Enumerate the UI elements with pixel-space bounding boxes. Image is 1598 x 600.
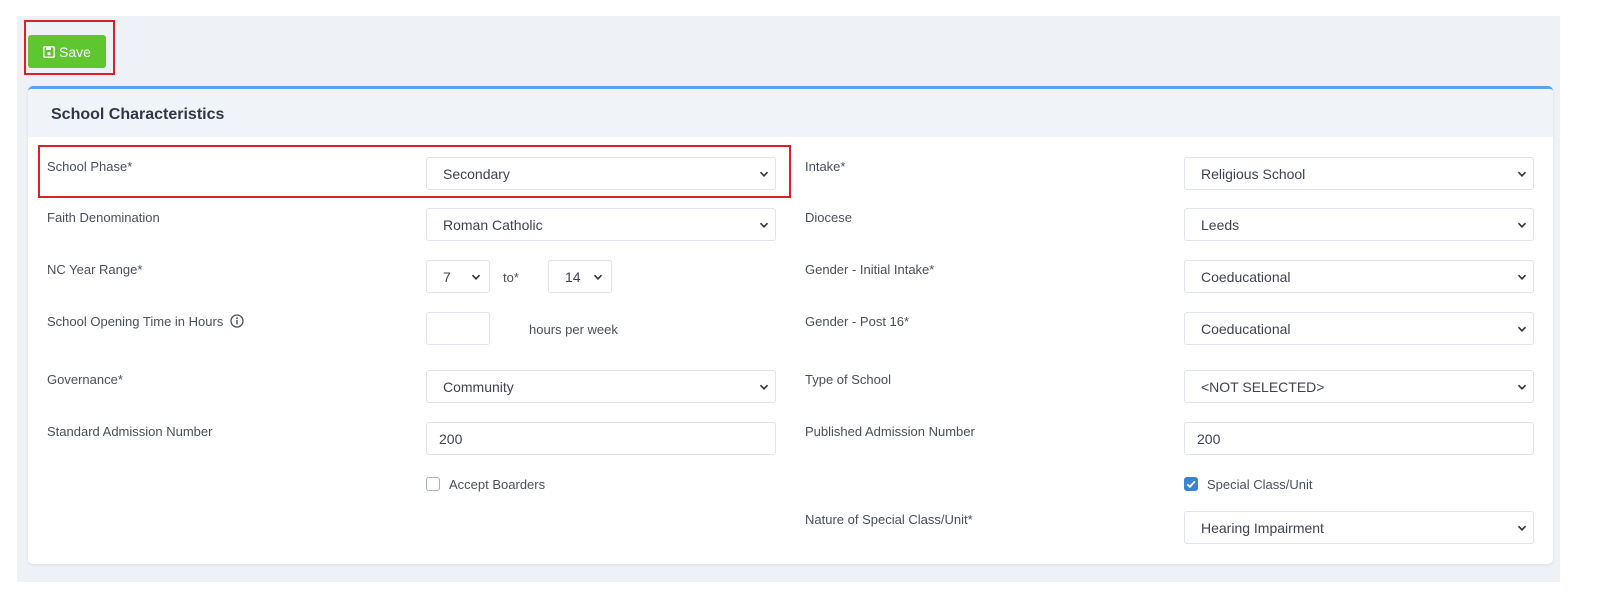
school-phase-value: Secondary [443,165,510,182]
type-of-school-label: Type of School [805,372,891,387]
nature-special-class-select[interactable]: Hearing Impairment [1184,511,1534,544]
chevron-down-icon [759,222,769,228]
faith-denomination-select[interactable]: Roman Catholic [426,208,776,241]
nc-year-to-select[interactable]: 14 [548,260,612,293]
chevron-down-icon [1517,384,1527,390]
gender-post16-select[interactable]: Coeducational [1184,312,1534,345]
gender-post16-label: Gender - Post 16* [805,314,910,329]
opening-time-label-text: School Opening Time in Hours [47,314,224,329]
chevron-down-icon [1517,222,1527,228]
chevron-down-icon [759,384,769,390]
nc-year-range-label: NC Year Range* [47,262,143,277]
nc-year-to-value: 14 [565,268,581,285]
intake-select[interactable]: Religious School [1184,157,1534,190]
intake-value: Religious School [1201,165,1306,182]
save-button-label: Save [59,43,91,60]
school-phase-select[interactable]: Secondary [426,157,776,190]
save-button[interactable]: Save [28,35,106,68]
chevron-down-icon [1517,274,1527,280]
check-icon [1186,480,1196,489]
school-phase-label: School Phase* [47,159,133,174]
opening-time-input[interactable] [426,312,490,345]
save-icon [43,45,55,58]
diocese-value: Leeds [1201,216,1240,233]
gender-initial-intake-value: Coeducational [1201,268,1291,285]
nc-year-from-value: 7 [443,268,451,285]
published-admission-number-input[interactable]: 200 [1184,422,1534,455]
opening-time-label: School Opening Time in Hours [47,314,244,329]
nc-year-from-select[interactable]: 7 [426,260,490,293]
diocese-label: Diocese [805,210,852,225]
chevron-down-icon [1517,326,1527,332]
intake-label: Intake* [805,159,846,174]
governance-label: Governance* [47,372,123,387]
standard-admission-number-input[interactable]: 200 [426,422,776,455]
nature-special-class-label: Nature of Special Class/Unit* [805,512,973,527]
chevron-down-icon [471,274,481,280]
faith-denomination-label: Faith Denomination [47,210,160,225]
card-header: School Characteristics [28,89,1553,137]
chevron-down-icon [1517,525,1527,531]
chevron-down-icon [593,274,603,280]
hours-per-week-label: hours per week [529,322,618,337]
nc-year-to-label: to* [503,270,519,285]
nature-special-class-value: Hearing Impairment [1201,519,1324,536]
published-admission-number-label: Published Admission Number [805,424,975,439]
card-title: School Characteristics [51,106,225,123]
governance-select[interactable]: Community [426,370,776,403]
accept-boarders-checkbox[interactable] [426,477,440,491]
faith-denomination-value: Roman Catholic [443,216,543,233]
type-of-school-select[interactable]: <NOT SELECTED> [1184,370,1534,403]
gender-post16-value: Coeducational [1201,320,1291,337]
chevron-down-icon [1517,171,1527,177]
standard-admission-number-label: Standard Admission Number [47,424,213,439]
special-class-checkbox[interactable] [1184,477,1198,491]
gender-initial-intake-select[interactable]: Coeducational [1184,260,1534,293]
type-of-school-value: <NOT SELECTED> [1201,378,1325,395]
governance-value: Community [443,378,514,395]
diocese-select[interactable]: Leeds [1184,208,1534,241]
special-class-label: Special Class/Unit [1207,477,1313,492]
chevron-down-icon [759,171,769,177]
accept-boarders-label: Accept Boarders [449,477,546,492]
info-icon[interactable] [230,314,244,328]
gender-initial-intake-label: Gender - Initial Intake* [805,262,935,277]
